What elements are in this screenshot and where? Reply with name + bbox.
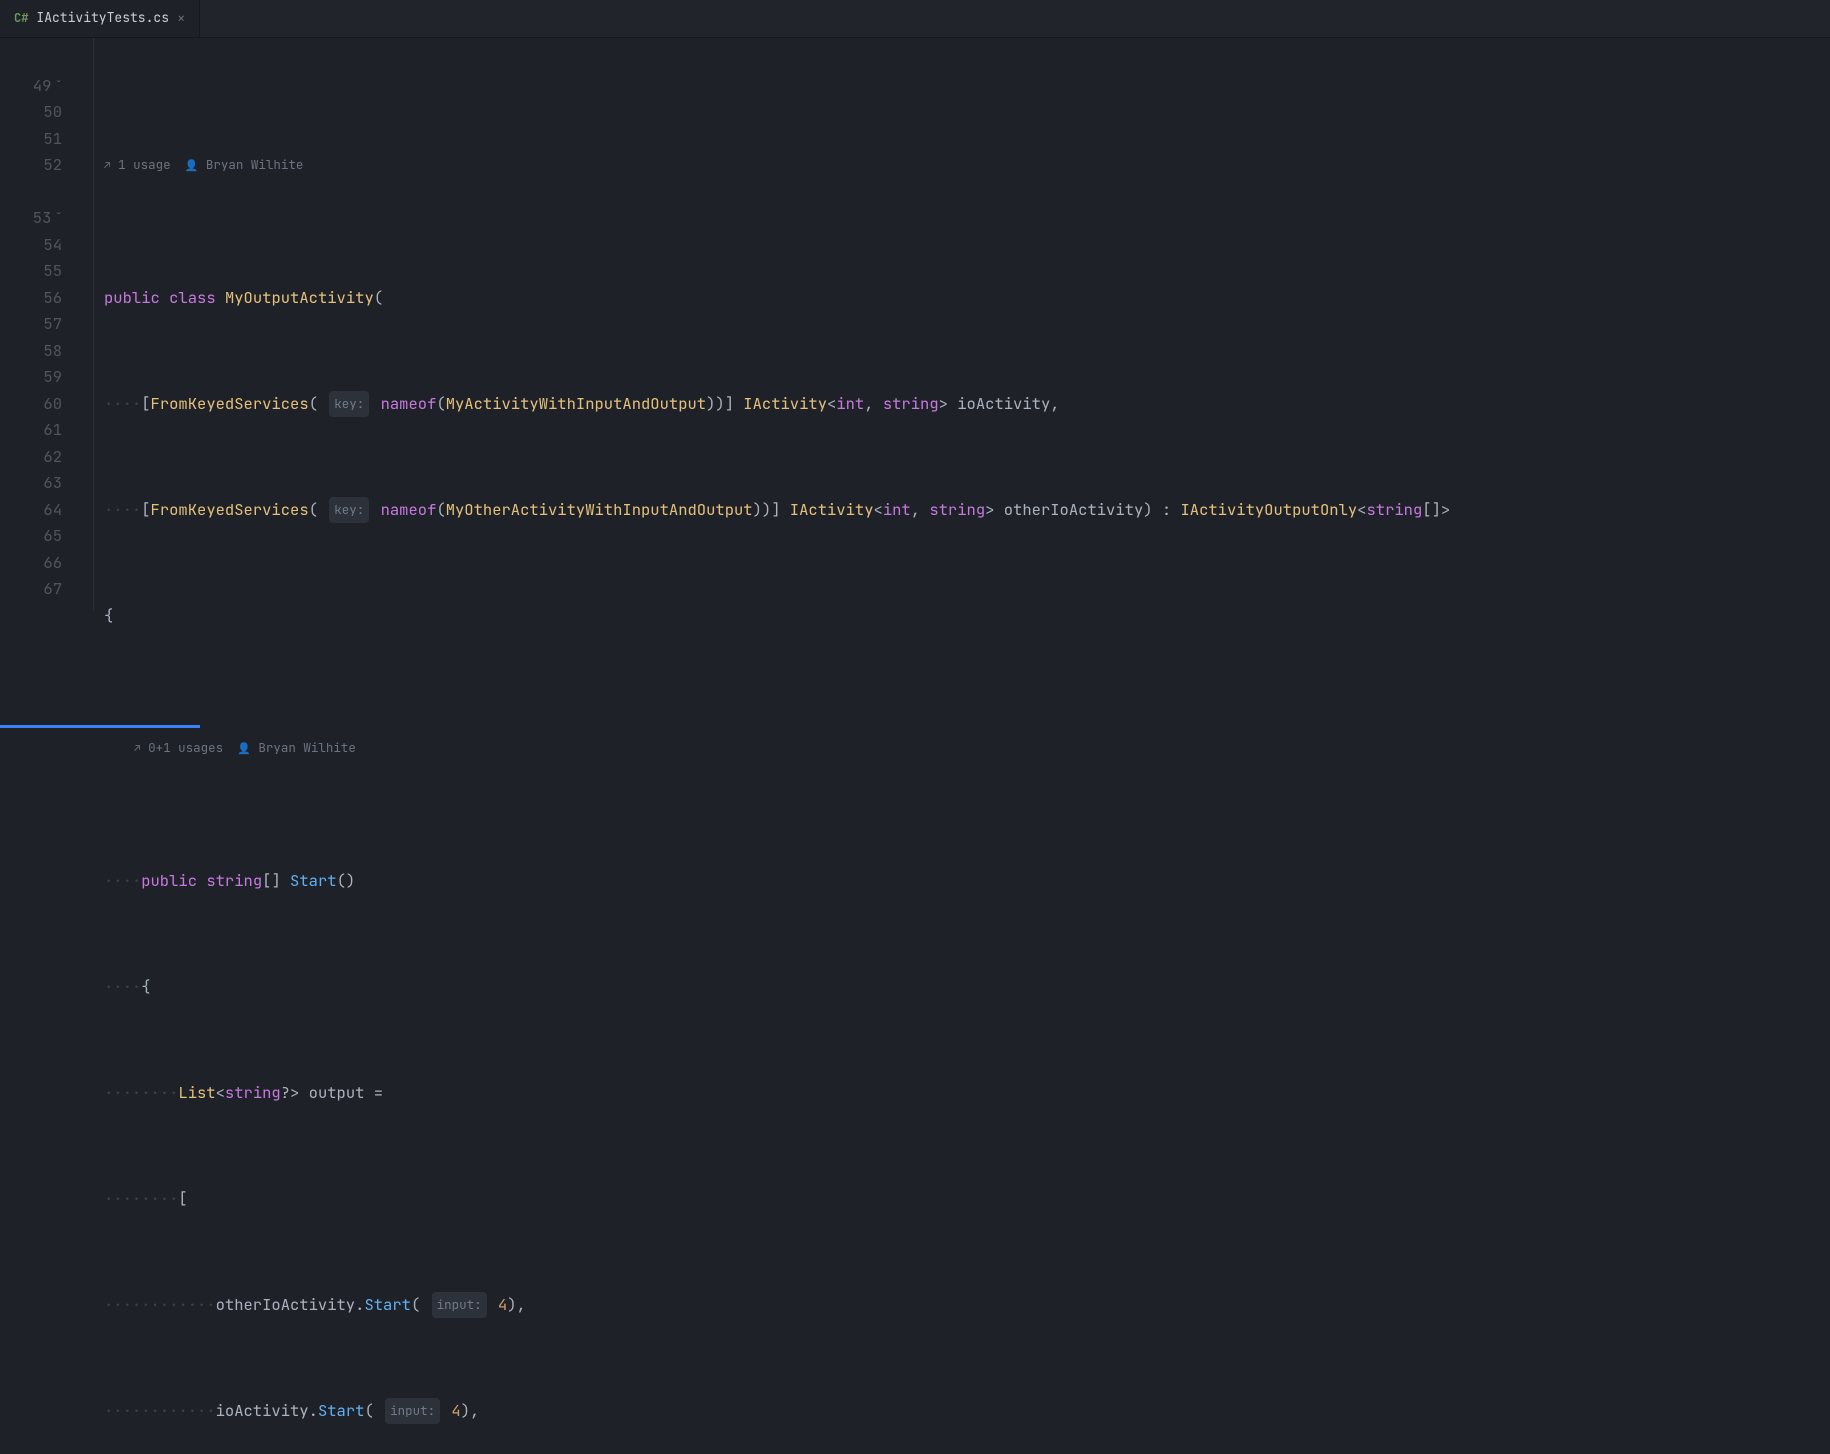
- code-area[interactable]: ↗ 1 usage 👤 Bryan Wilhite public class M…: [94, 38, 1460, 1454]
- line-number: 60: [0, 391, 68, 418]
- inlay-hint: input:: [385, 1398, 440, 1425]
- line-number: 50: [0, 99, 68, 126]
- usages-icon: ↗: [134, 742, 141, 756]
- code-line: ············ioActivity.Start( input: 4),: [104, 1398, 1450, 1425]
- inlay-hint: key:: [329, 391, 369, 418]
- code-line: ····[FromKeyedServices( key: nameof(MyAc…: [104, 391, 1450, 418]
- line-number: 59: [0, 364, 68, 391]
- file-tab[interactable]: C# IActivityTests.cs ×: [0, 0, 200, 37]
- line-number: 55: [0, 258, 68, 285]
- close-tab-icon[interactable]: ×: [177, 12, 185, 26]
- line-number: 63: [0, 470, 68, 497]
- inlay-hint: input:: [432, 1292, 487, 1319]
- inlay-hint: key:: [329, 497, 369, 524]
- code-line: ········[: [104, 1186, 1450, 1213]
- line-number: 64: [0, 497, 68, 524]
- line-number: 58: [0, 338, 68, 365]
- code-line: ····[FromKeyedServices( key: nameof(MyOt…: [104, 497, 1450, 524]
- line-number: 61: [0, 417, 68, 444]
- line-number: 56: [0, 285, 68, 312]
- author-icon: 👤: [237, 742, 251, 756]
- editor[interactable]: 49ˇ 50 51 52 53ˇ 54 55 56 57 58 59 60 61…: [0, 38, 1830, 1454]
- line-number: 66: [0, 550, 68, 577]
- code-line: ····public string[] Start(): [104, 868, 1450, 895]
- line-number: 53ˇ: [0, 205, 68, 232]
- author-icon: 👤: [185, 159, 199, 173]
- line-number: 51: [0, 126, 68, 153]
- code-line: {: [104, 603, 1450, 630]
- line-number: 54: [0, 232, 68, 259]
- code-lens-method[interactable]: ↗ 0+1 usages 👤 Bryan Wilhite: [104, 735, 1450, 762]
- code-lens-class[interactable]: ↗ 1 usage 👤 Bryan Wilhite: [104, 152, 1450, 179]
- line-number: 65: [0, 523, 68, 550]
- line-number: 57: [0, 311, 68, 338]
- line-number: 52: [0, 152, 68, 179]
- tab-bar: C# IActivityTests.cs ×: [0, 0, 1830, 38]
- code-line: ····{: [104, 974, 1450, 1001]
- line-number-gutter: 49ˇ 50 51 52 53ˇ 54 55 56 57 58 59 60 61…: [0, 38, 68, 611]
- code-line: ············otherIoActivity.Start( input…: [104, 1292, 1450, 1319]
- code-line: ········List<string?> output =: [104, 1080, 1450, 1107]
- code-line: public class MyOutputActivity(: [104, 285, 1450, 312]
- line-number: 62: [0, 444, 68, 471]
- fold-column: [68, 38, 94, 611]
- tab-filename: IActivityTests.cs: [36, 5, 169, 32]
- usages-icon: ↗: [104, 159, 111, 173]
- line-number: 67: [0, 576, 68, 603]
- line-number: 49ˇ: [0, 73, 68, 100]
- language-badge-icon: C#: [14, 5, 28, 32]
